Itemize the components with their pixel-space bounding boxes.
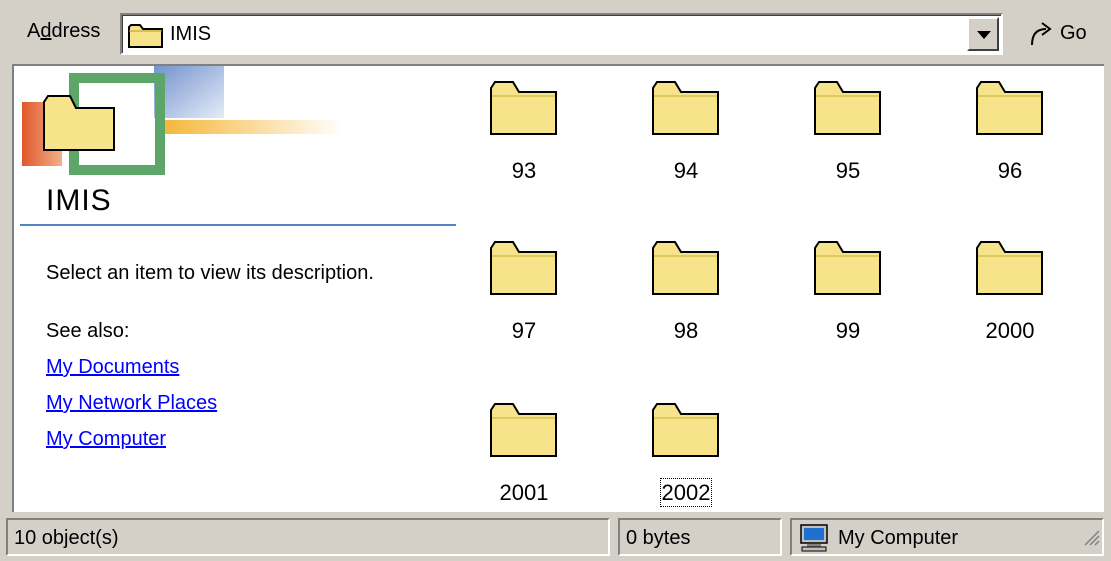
folder-icon [489, 78, 559, 143]
status-bar: 10 object(s) 0 bytes My Computer [0, 512, 1111, 561]
folder-icon [813, 78, 883, 143]
banner-divider [20, 224, 456, 226]
folder-label: 95 [835, 158, 861, 183]
folder-item-98[interactable]: 98 [616, 238, 756, 368]
status-objects: 10 object(s) [14, 527, 119, 549]
folder-label: 96 [997, 158, 1023, 183]
status-size-pane: 0 bytes [618, 518, 782, 556]
link-my-documents[interactable]: My Documents [46, 356, 179, 379]
folder-item-97[interactable]: 97 [454, 238, 594, 368]
go-arrow-icon [1026, 19, 1056, 54]
web-view-banner: IMIS [14, 66, 474, 231]
link-my-network-places[interactable]: My Network Places [46, 392, 217, 415]
folder-item-2001[interactable]: 2001 [454, 400, 594, 530]
go-label: Go [1060, 22, 1087, 44]
folder-label: 93 [511, 158, 537, 183]
folder-icon [975, 238, 1045, 303]
folder-view: IMIS Select an item to view its descript… [12, 64, 1104, 512]
folder-label: 2001 [499, 480, 549, 505]
address-dropdown-button[interactable] [967, 17, 999, 51]
address-bar: Address IMIS Go [0, 0, 1111, 64]
folder-item-95[interactable]: 95 [778, 78, 918, 208]
folder-label: 97 [511, 318, 537, 343]
folder-label: 98 [673, 318, 699, 343]
computer-icon [798, 523, 830, 559]
folder-icon [489, 238, 559, 303]
folder-item-94[interactable]: 94 [616, 78, 756, 208]
resize-grip-icon[interactable] [1082, 528, 1100, 552]
folder-icon [813, 238, 883, 303]
folder-item-93[interactable]: 93 [454, 78, 594, 208]
folder-label: 2000 [985, 318, 1035, 343]
folder-item-2000[interactable]: 2000 [940, 238, 1080, 368]
status-zone-pane: My Computer [790, 518, 1104, 556]
description-text: Select an item to view its description. [46, 262, 374, 284]
folder-item-99[interactable]: 99 [778, 238, 918, 368]
folder-icon [651, 400, 721, 465]
go-button[interactable]: Go [1018, 13, 1098, 55]
status-size: 0 bytes [626, 527, 691, 549]
status-objects-pane: 10 object(s) [6, 518, 610, 556]
folder-icon [651, 238, 721, 303]
see-also-label: See also: [46, 320, 130, 342]
folder-label-selected: 2002 [659, 478, 713, 507]
chevron-down-icon [977, 31, 991, 39]
folder-item-96[interactable]: 96 [940, 78, 1080, 208]
folder-label: 99 [835, 318, 861, 343]
folder-label: 94 [673, 158, 699, 183]
folder-icon [489, 400, 559, 465]
folder-icon [651, 78, 721, 143]
banner-title: IMIS [46, 184, 112, 217]
folder-icon [975, 78, 1045, 143]
status-zone: My Computer [838, 527, 959, 549]
address-input[interactable]: IMIS [120, 13, 1003, 55]
address-value: IMIS [170, 23, 212, 45]
link-my-computer[interactable]: My Computer [46, 428, 166, 451]
address-label: Address [27, 20, 101, 42]
folder-item-2002[interactable]: 2002 [616, 400, 756, 530]
folder-icon [128, 23, 164, 54]
